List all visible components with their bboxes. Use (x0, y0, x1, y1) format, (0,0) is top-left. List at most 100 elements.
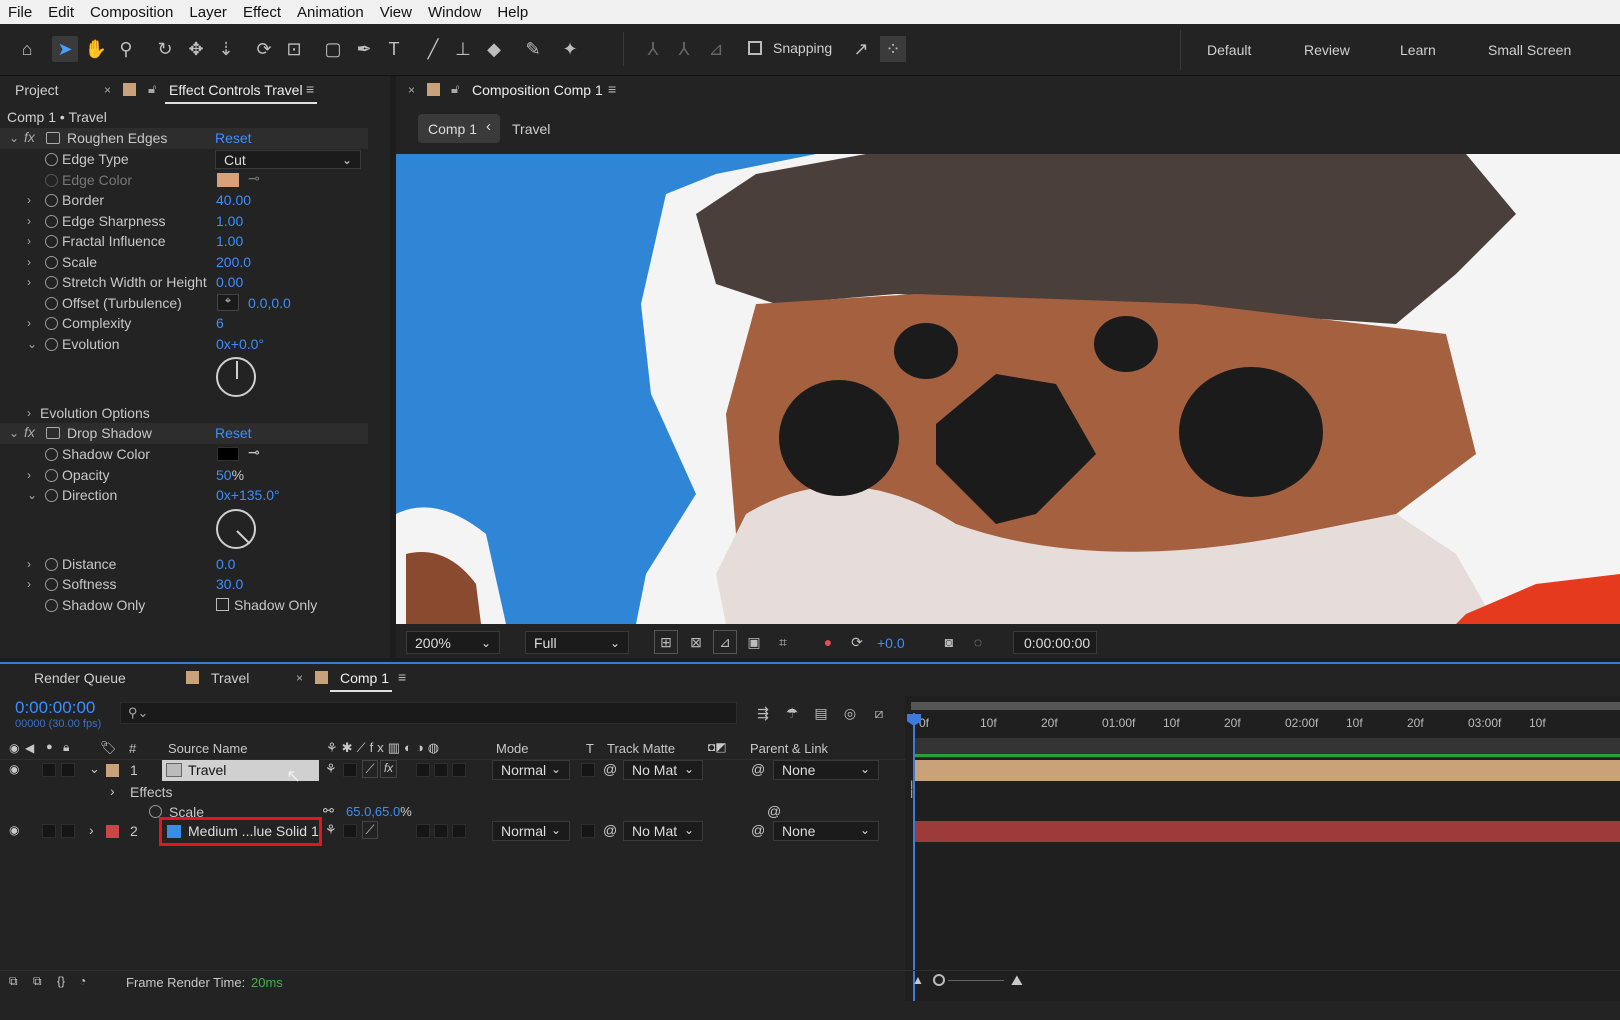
close-icon[interactable]: × (104, 83, 111, 97)
stopwatch-icon[interactable] (45, 489, 58, 502)
stopwatch-icon[interactable] (45, 153, 58, 166)
stopwatch-icon[interactable] (45, 297, 58, 310)
switch[interactable] (434, 763, 448, 777)
shadow-only-checkbox[interactable] (216, 598, 229, 611)
parent-pickwhip-icon[interactable]: @ (751, 761, 765, 777)
prop-value[interactable]: 30.0 (216, 576, 243, 592)
zoom-slider-track[interactable] (948, 980, 1004, 981)
fx-icon[interactable]: fx (24, 424, 35, 440)
track-matte-header[interactable]: Track Matte (607, 741, 675, 756)
chevron-right-icon[interactable]: › (89, 822, 94, 838)
drop-shadow-header[interactable]: ⌄ fx Drop Shadow Reset (0, 423, 368, 444)
resolution-dropdown[interactable]: Full ⌄ (525, 631, 629, 654)
modes-toggle-icon[interactable]: ⧉ (33, 974, 42, 989)
matte-pickwhip-icon[interactable]: @ (603, 822, 617, 838)
matte-pickwhip-icon[interactable]: @ (603, 761, 617, 777)
tab-render-queue[interactable]: Render Queue (34, 670, 126, 686)
channel-icon[interactable]: ● (816, 630, 840, 654)
scale-value[interactable]: 65.0,65.0 (346, 804, 400, 819)
effects-row[interactable]: › Effects (0, 781, 905, 802)
stopwatch-icon[interactable] (45, 578, 58, 591)
solo-switch[interactable] (42, 763, 56, 777)
stopwatch-icon[interactable] (45, 215, 58, 228)
evolution-options[interactable]: › Evolution Options (0, 403, 368, 424)
roughen-edges-header[interactable]: ⌄ fx Roughen Edges Reset (0, 128, 368, 149)
blend-mode-dropdown[interactable]: Normal ⌄ (492, 821, 570, 841)
hand-tool-icon[interactable]: ✋ (83, 36, 109, 62)
stopwatch-icon[interactable] (45, 448, 58, 461)
track-matte-dropdown[interactable]: No Mat ⌄ (623, 821, 703, 841)
chevron-right-icon[interactable]: › (110, 783, 115, 799)
puppet-pin-icon[interactable]: ✦ (557, 36, 583, 62)
chevron-right-icon[interactable]: › (27, 577, 31, 591)
chevron-right-icon[interactable]: › (27, 468, 31, 482)
work-area-bar[interactable] (911, 702, 1620, 710)
anchor-tool-icon[interactable]: ⊡ (281, 36, 307, 62)
menu-composition[interactable]: Composition (82, 4, 181, 21)
lock-icon[interactable]: 🔓︎ (451, 81, 459, 97)
evolution-dial[interactable] (216, 357, 256, 397)
menu-animation[interactable]: Animation (289, 4, 372, 21)
timeline-timecode[interactable]: 0:00:00:00 (15, 698, 95, 718)
parent-dropdown[interactable]: None ⌄ (773, 760, 879, 780)
prop-value[interactable]: 40.00 (216, 192, 251, 208)
workspace-default[interactable]: Default (1207, 42, 1251, 58)
stopwatch-icon[interactable] (45, 317, 58, 330)
layer-2-bar[interactable] (915, 821, 1620, 842)
parent-dropdown[interactable]: None ⌄ (773, 821, 879, 841)
prop-value[interactable]: 0.0,0.0 (248, 295, 291, 311)
snapshot-camera-icon[interactable]: ◙ (937, 630, 961, 654)
switch[interactable] (452, 824, 466, 838)
local-axis-icon[interactable]: ⅄ (640, 36, 666, 62)
tab-project[interactable]: Project (15, 82, 59, 98)
composition-viewer[interactable] (396, 154, 1620, 624)
zoom-in-icon[interactable]: ⛰ (1011, 972, 1023, 989)
crosshair-icon[interactable]: ⌖ (217, 294, 239, 311)
chevron-down-icon[interactable]: ⌄ (27, 337, 37, 351)
shadow-color-swatch[interactable] (217, 447, 239, 461)
switch[interactable] (416, 763, 430, 777)
lock-icon[interactable]: 🔓︎ (148, 81, 156, 97)
workspace-small-screen[interactable]: Small Screen (1488, 42, 1571, 58)
graph-editor-icon[interactable]: ⧄ (868, 702, 890, 724)
chevron-right-icon[interactable]: › (27, 406, 31, 420)
composition-flowchart-icon[interactable]: ⇶ (752, 702, 774, 724)
chevron-right-icon[interactable]: › (27, 316, 31, 330)
layer-label-color[interactable] (106, 764, 119, 777)
layer-row[interactable]: ◉ › 2 Medium ...lue Solid 1 ⚘ ⟋ Normal ⌄… (0, 817, 905, 846)
layer-name[interactable]: Medium ...lue Solid 1 (188, 823, 319, 839)
prop-value[interactable]: 0.00 (216, 274, 243, 290)
layer-search-input[interactable]: ⚲⌄ (120, 702, 737, 724)
layer-1-bar[interactable] (915, 760, 1620, 781)
reset-exposure-icon[interactable]: ⟳ (845, 630, 869, 654)
switch[interactable] (434, 824, 448, 838)
type-tool-icon[interactable]: T (381, 36, 407, 62)
switch[interactable] (416, 824, 430, 838)
prop-value[interactable]: 1.00 (216, 233, 243, 249)
tab-effect-controls[interactable]: Effect Controls Travel (169, 82, 303, 98)
dolly-camera-icon[interactable]: ⇣ (213, 36, 239, 62)
mode-header[interactable]: Mode (496, 741, 529, 756)
preserve-transparency-switch[interactable] (581, 824, 595, 838)
edge-color-swatch[interactable] (217, 173, 239, 187)
current-time-indicator[interactable] (913, 713, 915, 1001)
breadcrumb-comp1[interactable]: Comp 1 ‹ (418, 114, 500, 143)
layer-row[interactable]: ◉ ⌄ 1 Travel ↖ ⚘ ⟋ fx Normal ⌄ @ No Mat … (0, 760, 905, 786)
parent-pickwhip-icon[interactable]: @ (751, 822, 765, 838)
breadcrumb-travel[interactable]: Travel (512, 121, 550, 137)
fast-preview-icon[interactable]: ⊞ (654, 630, 678, 654)
lock-switch[interactable] (61, 763, 75, 777)
collapse-chevron-icon[interactable]: ⌄ (9, 131, 19, 145)
effects-switch-icon[interactable]: fx (380, 760, 397, 778)
home-icon[interactable]: ⌂ (14, 36, 40, 62)
source-name-header[interactable]: Source Name (168, 741, 247, 756)
collapse-chevron-icon[interactable]: ⌄ (9, 426, 19, 440)
parent-link-header[interactable]: Parent & Link (750, 741, 828, 756)
menu-file[interactable]: File (0, 4, 40, 21)
layer-label-color[interactable] (106, 825, 119, 838)
tab-composition[interactable]: Composition Comp 1 (472, 82, 603, 98)
collapse-switch[interactable] (343, 763, 357, 777)
switch[interactable] (452, 763, 466, 777)
chevron-right-icon[interactable]: › (27, 234, 31, 248)
chevron-right-icon[interactable]: › (27, 275, 31, 289)
